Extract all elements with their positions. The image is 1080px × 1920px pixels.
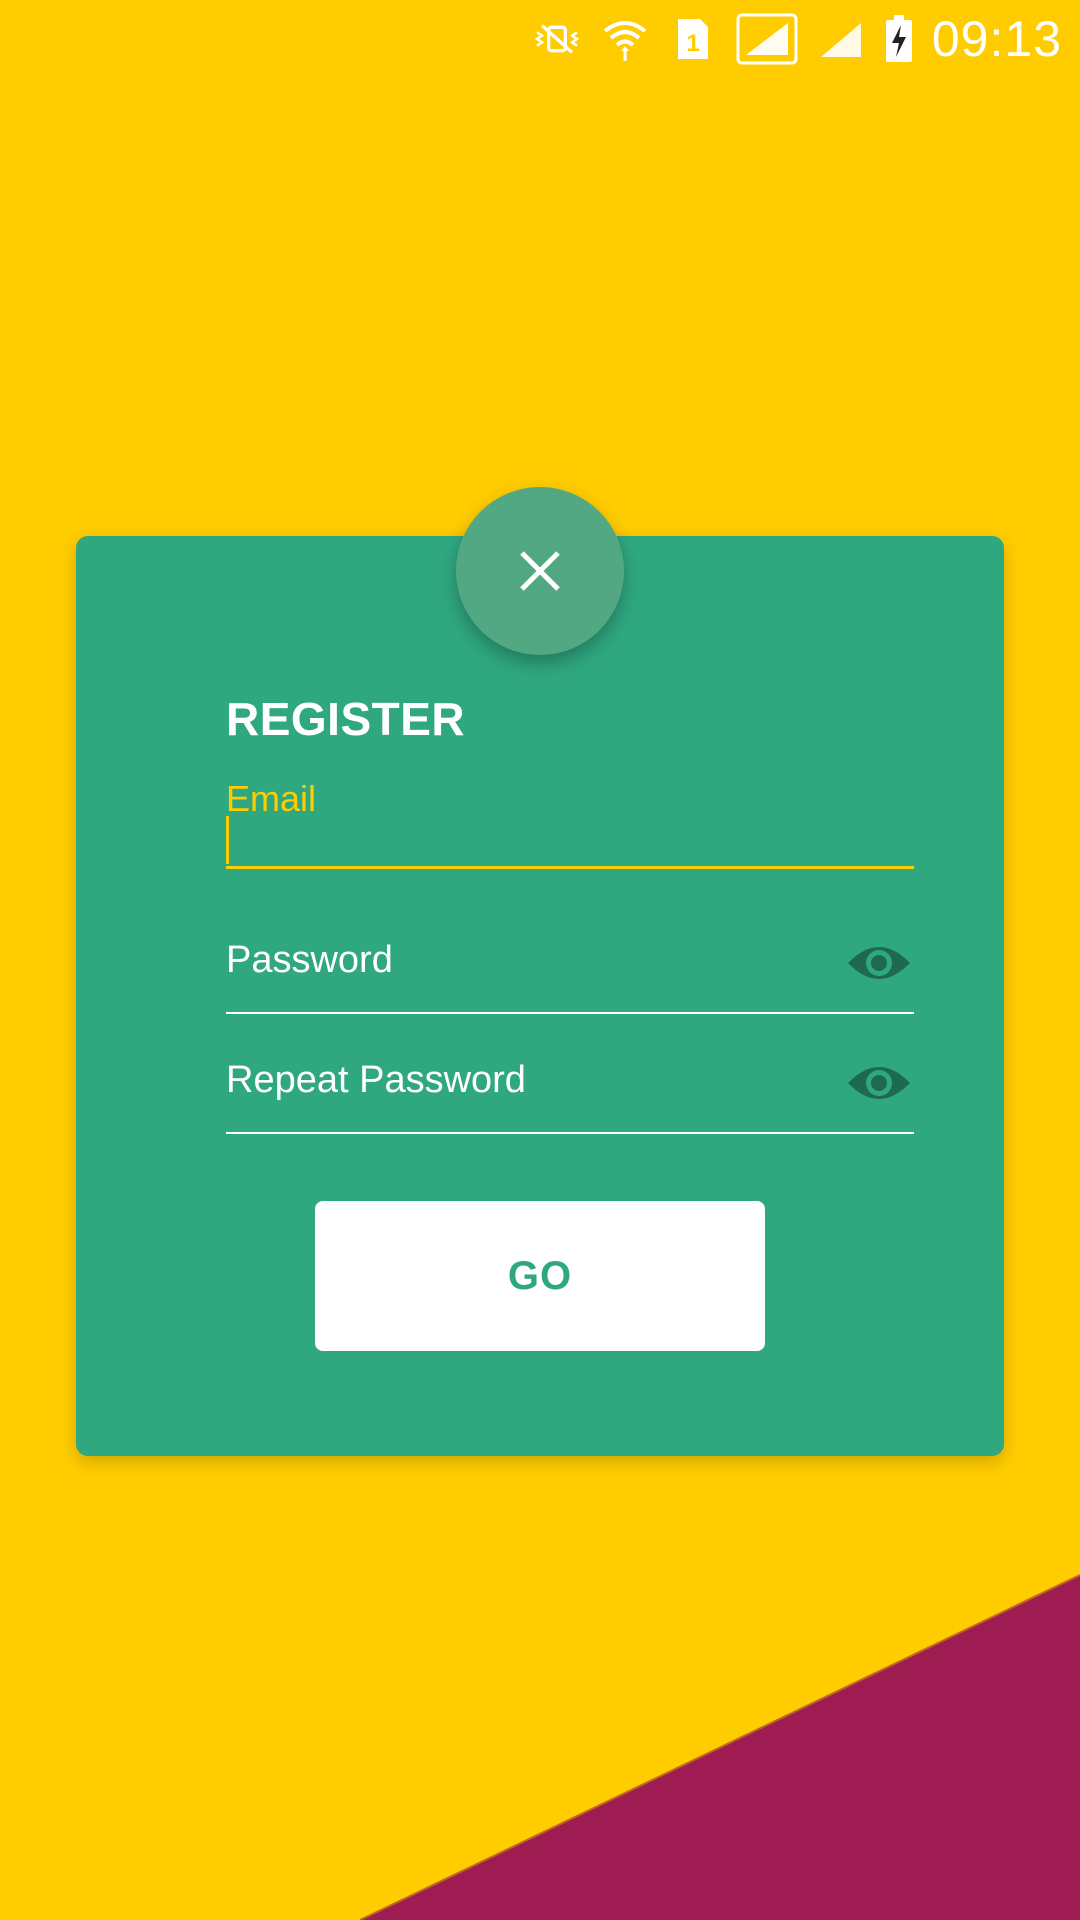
email-input[interactable] — [226, 820, 914, 864]
password-input[interactable] — [226, 936, 826, 984]
repeat-password-underline — [226, 1132, 914, 1134]
close-icon — [518, 549, 562, 593]
signal-icon — [736, 13, 798, 65]
signal-2-icon — [816, 14, 866, 64]
text-cursor — [226, 816, 229, 864]
register-screen: 1 09:13 REGISTER Email GO — [0, 0, 1080, 1920]
sim-1-icon: 1 — [668, 14, 718, 64]
vibrate-mute-icon — [532, 14, 582, 64]
password-field — [226, 930, 914, 1016]
go-button[interactable]: GO — [315, 1201, 765, 1351]
email-label: Email — [226, 778, 317, 819]
repeat-password-input[interactable] — [226, 1056, 826, 1104]
status-time: 09:13 — [931, 11, 1062, 67]
password-visibility-toggle[interactable] — [844, 938, 914, 988]
wifi-icon — [600, 14, 650, 64]
eye-icon — [846, 1061, 912, 1105]
email-underline — [226, 866, 914, 869]
battery-charging-icon — [884, 14, 914, 64]
email-field: Email — [226, 778, 914, 870]
repeat-password-visibility-toggle[interactable] — [844, 1058, 914, 1108]
close-button[interactable] — [456, 487, 624, 655]
password-underline — [226, 1012, 914, 1014]
svg-text:1: 1 — [686, 30, 699, 57]
form-title: REGISTER — [226, 693, 466, 745]
status-bar: 1 09:13 — [0, 0, 1080, 78]
eye-icon — [846, 941, 912, 985]
repeat-password-field — [226, 1050, 914, 1136]
